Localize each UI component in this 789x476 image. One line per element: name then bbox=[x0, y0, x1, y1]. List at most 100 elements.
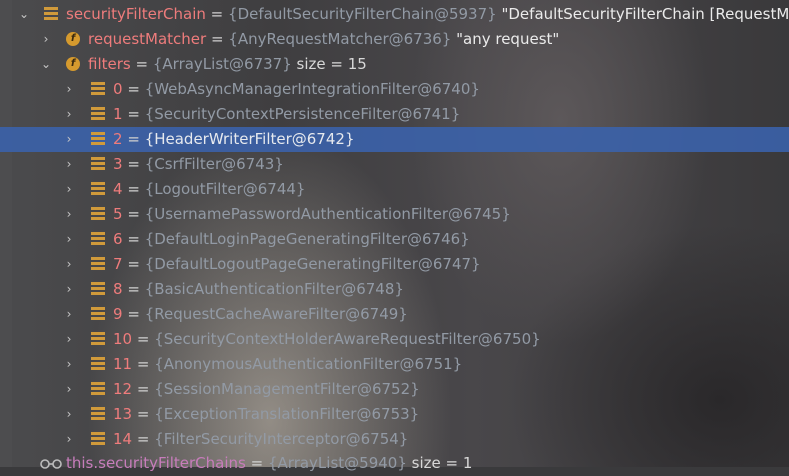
chevron-right-icon[interactable]: › bbox=[63, 252, 75, 277]
chevron-right-icon[interactable]: › bbox=[63, 127, 75, 152]
chevron-right-icon[interactable]: › bbox=[63, 327, 75, 352]
item-index: 13 bbox=[113, 405, 133, 423]
collection-size: size = 15 bbox=[296, 55, 367, 73]
filter-item-row[interactable]: › 4 = {LogoutFilter@6744} bbox=[0, 177, 789, 202]
variable-string-value: "any request" bbox=[456, 30, 560, 48]
object-stack-icon bbox=[44, 7, 58, 21]
variable-row-securityFilterChain[interactable]: ⌄ securityFilterChain = {DefaultSecurity… bbox=[0, 2, 789, 27]
item-index: 4 bbox=[113, 180, 123, 198]
collection-size: size = 1 bbox=[411, 454, 473, 472]
equals-sign: = bbox=[127, 255, 140, 273]
equals-sign: = bbox=[127, 180, 140, 198]
item-ref: {ExceptionTranslationFilter@6753} bbox=[154, 405, 420, 423]
item-ref: {SessionManagementFilter@6752} bbox=[154, 380, 420, 398]
chevron-right-icon[interactable]: › bbox=[63, 402, 75, 427]
object-stack-icon bbox=[91, 307, 105, 321]
chevron-down-icon[interactable]: ⌄ bbox=[18, 2, 30, 27]
filter-item-row[interactable]: › 8 = {BasicAuthenticationFilter@6748} bbox=[0, 277, 789, 302]
filter-item-row[interactable]: › 13 = {ExceptionTranslationFilter@6753} bbox=[0, 402, 789, 427]
object-stack-icon bbox=[91, 232, 105, 246]
filter-item-row[interactable]: › 0 = {WebAsyncManagerIntegrationFilter@6… bbox=[0, 77, 789, 102]
filter-item-row[interactable]: › 2 = {HeaderWriterFilter@6742} bbox=[0, 127, 789, 152]
equals-sign: = bbox=[210, 5, 224, 23]
filter-item-row[interactable]: › 5 = {UsernamePasswordAuthenticationFilt… bbox=[0, 202, 789, 227]
equals-sign: = bbox=[127, 155, 140, 173]
equals-sign: = bbox=[135, 55, 149, 73]
item-index: 11 bbox=[113, 355, 133, 373]
filter-item-row[interactable]: › 3 = {CsrfFilter@6743} bbox=[0, 152, 789, 177]
item-index: 0 bbox=[113, 80, 123, 98]
object-stack-icon bbox=[91, 432, 105, 446]
filter-item-row[interactable]: › 11 = {AnonymousAuthenticationFilter@675… bbox=[0, 352, 789, 377]
chevron-right-icon[interactable]: › bbox=[63, 202, 75, 227]
item-index: 5 bbox=[113, 205, 123, 223]
chevron-right-icon[interactable]: › bbox=[63, 352, 75, 377]
chevron-right-icon[interactable]: › bbox=[63, 227, 75, 252]
filter-item-row[interactable]: › 1 = {SecurityContextPersistenceFilter@6… bbox=[0, 102, 789, 127]
item-ref: {BasicAuthenticationFilter@6748} bbox=[144, 280, 404, 298]
variable-row-filters[interactable]: ⌄ f filters = {ArrayList@6737} size = 15 bbox=[0, 52, 789, 77]
item-ref: {WebAsyncManagerIntegrationFilter@6740} bbox=[144, 80, 480, 98]
chevron-right-icon[interactable]: › bbox=[40, 27, 52, 52]
chevron-right-icon[interactable]: › bbox=[63, 152, 75, 177]
variable-string-value: "DefaultSecurityFilterChain [RequestMa bbox=[501, 5, 789, 23]
chevron-right-icon[interactable]: › bbox=[63, 77, 75, 102]
object-stack-icon bbox=[91, 157, 105, 171]
filter-item-row[interactable]: › 12 = {SessionManagementFilter@6752} bbox=[0, 377, 789, 402]
variable-name: securityFilterChain bbox=[66, 5, 206, 23]
item-index: 14 bbox=[113, 430, 133, 448]
item-index: 9 bbox=[113, 305, 123, 323]
chevron-right-icon[interactable]: › bbox=[63, 277, 75, 302]
field-icon: f bbox=[66, 57, 80, 71]
item-ref: {FilterSecurityInterceptor@6754} bbox=[154, 430, 409, 448]
variable-ref: {ArrayList@5940} bbox=[267, 454, 407, 472]
equals-sign: = bbox=[136, 355, 150, 373]
item-ref: {LogoutFilter@6744} bbox=[144, 180, 306, 198]
object-stack-icon bbox=[91, 82, 105, 96]
variable-name: filters bbox=[88, 55, 131, 73]
item-index: 7 bbox=[113, 255, 123, 273]
chevron-right-icon[interactable]: › bbox=[63, 302, 75, 327]
item-ref: {AnonymousAuthenticationFilter@6751} bbox=[154, 355, 463, 373]
item-ref: {CsrfFilter@6743} bbox=[144, 155, 284, 173]
item-index: 6 bbox=[113, 230, 123, 248]
variable-ref: {AnyRequestMatcher@6736} bbox=[228, 30, 452, 48]
object-stack-icon bbox=[91, 182, 105, 196]
equals-sign: = bbox=[127, 230, 140, 248]
object-stack-icon bbox=[91, 382, 105, 396]
item-index: 1 bbox=[113, 105, 123, 123]
field-icon: f bbox=[66, 32, 80, 46]
item-ref: {UsernamePasswordAuthenticationFilter@67… bbox=[144, 205, 511, 223]
item-index: 10 bbox=[113, 330, 133, 348]
item-ref: {SecurityContextHolderAwareRequestFilter… bbox=[154, 330, 541, 348]
object-stack-icon bbox=[91, 357, 105, 371]
watch-row-securityFilterChains[interactable]: this.securityFilterChains = {ArrayList@5… bbox=[0, 451, 789, 476]
chevron-right-icon[interactable]: › bbox=[63, 102, 75, 127]
watch-glasses-icon bbox=[40, 459, 62, 469]
filter-item-row[interactable]: › 10 = {SecurityContextHolderAwareRequest… bbox=[0, 327, 789, 352]
item-index: 12 bbox=[113, 380, 133, 398]
chevron-right-icon[interactable]: › bbox=[63, 377, 75, 402]
equals-sign: = bbox=[136, 330, 150, 348]
object-stack-icon bbox=[91, 107, 105, 121]
chevron-down-icon[interactable]: ⌄ bbox=[40, 52, 52, 77]
filter-item-row[interactable]: › 14 = {FilterSecurityInterceptor@6754} bbox=[0, 427, 789, 452]
variable-row-requestMatcher[interactable]: › f requestMatcher = {AnyRequestMatcher@… bbox=[0, 27, 789, 52]
variable-name: requestMatcher bbox=[88, 30, 207, 48]
filter-item-row[interactable]: › 7 = {DefaultLogoutPageGeneratingFilter@… bbox=[0, 252, 789, 277]
chevron-right-icon[interactable]: › bbox=[63, 427, 75, 452]
object-stack-icon bbox=[91, 257, 105, 271]
object-stack-icon bbox=[91, 332, 105, 346]
variable-ref: {ArrayList@6737} bbox=[152, 55, 292, 73]
equals-sign: = bbox=[136, 430, 150, 448]
object-stack-icon bbox=[91, 407, 105, 421]
filter-item-row[interactable]: › 6 = {DefaultLoginPageGeneratingFilter@6… bbox=[0, 227, 789, 252]
equals-sign: = bbox=[210, 30, 224, 48]
equals-sign: = bbox=[136, 405, 150, 423]
chevron-right-icon[interactable]: › bbox=[63, 177, 75, 202]
filter-item-row[interactable]: › 9 = {RequestCacheAwareFilter@6749} bbox=[0, 302, 789, 327]
item-ref: {DefaultLogoutPageGeneratingFilter@6747} bbox=[144, 255, 481, 273]
object-stack-icon bbox=[91, 282, 105, 296]
item-ref: {HeaderWriterFilter@6742} bbox=[144, 130, 355, 148]
watch-expression: this.securityFilterChains bbox=[66, 454, 246, 472]
